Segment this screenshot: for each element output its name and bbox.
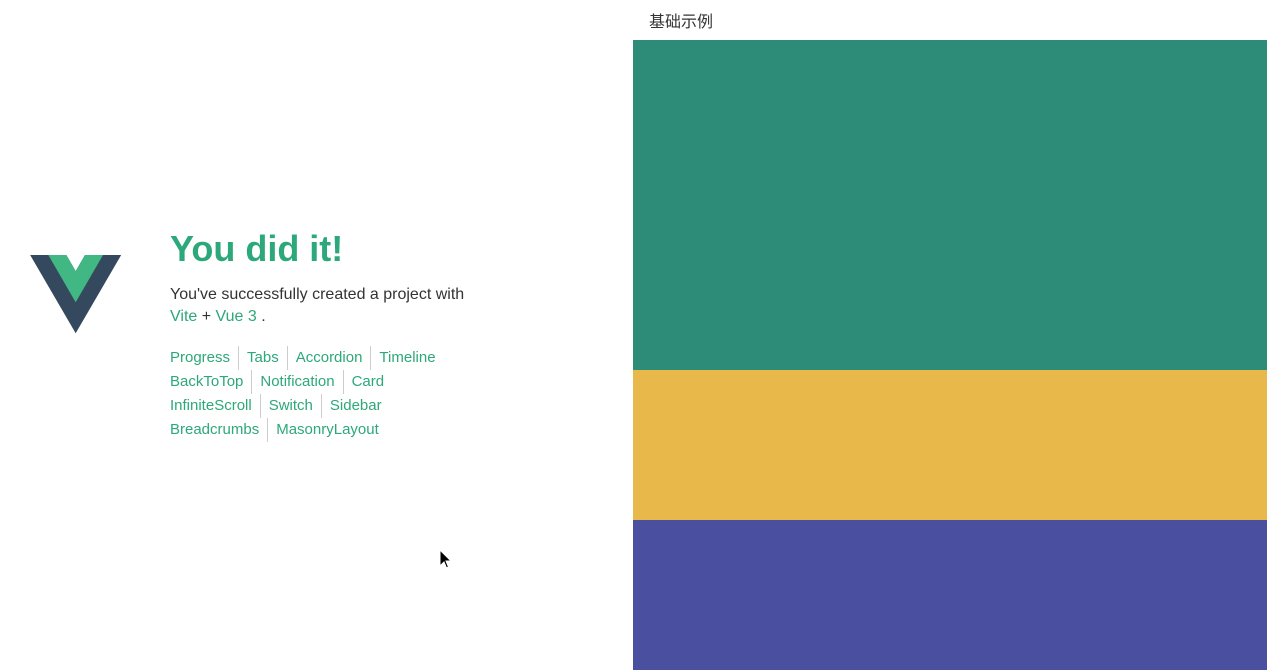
color-block-purple — [633, 520, 1267, 670]
right-panel: 基础示例 — [633, 0, 1267, 670]
nav-link-card[interactable]: Card — [344, 370, 393, 394]
nav-link-breadcrumbs[interactable]: Breadcrumbs — [170, 418, 268, 442]
nav-link-infinitescroll[interactable]: InfiniteScroll — [170, 394, 261, 418]
nav-link-accordion[interactable]: Accordion — [288, 346, 372, 370]
page-heading: You did it! — [170, 228, 603, 270]
color-block-teal — [633, 40, 1267, 370]
nav-link-notification[interactable]: Notification — [252, 370, 343, 394]
vue-link[interactable]: Vue 3 — [216, 308, 257, 325]
right-header: 基础示例 — [633, 0, 1267, 40]
nav-link-tabs[interactable]: Tabs — [239, 346, 288, 370]
nav-row-1: Progress Tabs Accordion Timeline — [170, 346, 603, 370]
plus-separator: + — [202, 308, 216, 325]
section-title: 基础示例 — [649, 14, 713, 31]
nav-link-masonrylayout[interactable]: MasonryLayout — [268, 418, 387, 442]
color-block-yellow — [633, 370, 1267, 520]
nav-row-2: BackToTop Notification Card — [170, 370, 603, 394]
content-area: You did it! You've successfully created … — [170, 228, 603, 442]
period: . — [261, 308, 265, 325]
nav-link-timeline[interactable]: Timeline — [371, 346, 443, 370]
nav-row-4: Breadcrumbs MasonryLayout — [170, 418, 603, 442]
subtitle-text: You've successfully created a project wi… — [170, 286, 603, 304]
links-line: Vite + Vue 3 . — [170, 308, 603, 326]
nav-link-progress[interactable]: Progress — [170, 346, 239, 370]
nav-link-backtotop[interactable]: BackToTop — [170, 370, 252, 394]
mouse-cursor — [440, 550, 456, 570]
nav-links: Progress Tabs Accordion Timeline BackToT… — [170, 346, 603, 442]
nav-link-sidebar[interactable]: Sidebar — [322, 394, 390, 418]
nav-link-switch[interactable]: Switch — [261, 394, 322, 418]
left-panel: You did it! You've successfully created … — [0, 0, 633, 670]
vite-link[interactable]: Vite — [170, 308, 197, 325]
vue-logo — [30, 255, 140, 355]
nav-row-3: InfiniteScroll Switch Sidebar — [170, 394, 603, 418]
